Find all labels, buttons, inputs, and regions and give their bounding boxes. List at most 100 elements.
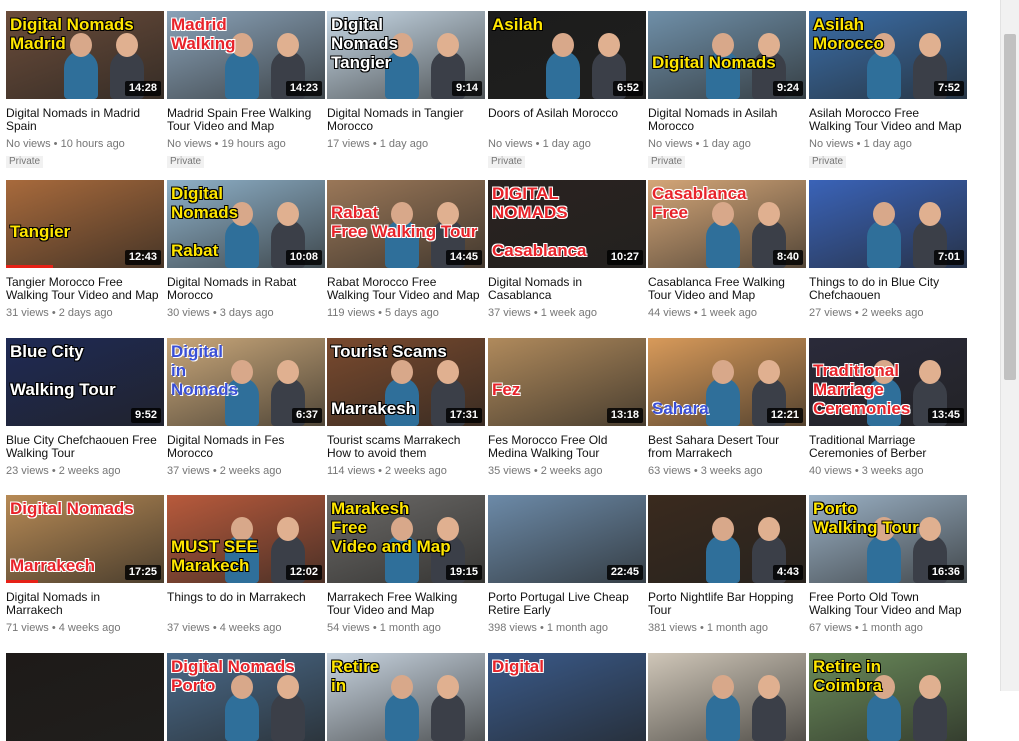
video-thumbnail[interactable]: 7:01 xyxy=(809,180,967,268)
video-title[interactable]: Free Porto Old Town Walking Tour Video a… xyxy=(809,591,967,617)
person-head xyxy=(552,33,574,57)
video-title[interactable]: Madrid Spain Free Walking Tour Video and… xyxy=(167,107,325,133)
video-meta: 114 views • 2 weeks ago xyxy=(327,465,447,477)
video-card[interactable]: 7:01 Things to do in Blue City Chefchaoue… xyxy=(809,180,967,320)
person-figure xyxy=(225,693,259,741)
video-card[interactable]: Retire in Coimbra xyxy=(809,653,967,741)
video-thumbnail[interactable]: 22:45 xyxy=(488,495,646,583)
video-thumbnail[interactable]: Marakesh Free Video and Map 19:15 xyxy=(327,495,485,583)
video-card[interactable]: 4:43 Porto Nightlife Bar Hopping Tour 381 … xyxy=(648,495,806,635)
video-thumbnail[interactable]: Retire in Coimbra xyxy=(809,653,967,741)
video-thumbnail[interactable]: Rabat Free Walking Tour 14:45 xyxy=(327,180,485,268)
duration-badge: 10:27 xyxy=(606,250,643,265)
video-thumbnail[interactable]: Tangier 12:43 xyxy=(6,180,164,268)
video-card[interactable]: Tourist Scams Marrakesh 17:31 Tourist scam… xyxy=(327,338,485,478)
video-card[interactable]: Digital Nomads Marrakech 17:25 Digital Nom… xyxy=(6,495,164,635)
video-title[interactable]: Digital Nomads in Rabat Morocco xyxy=(167,276,325,302)
video-card[interactable] xyxy=(648,653,806,741)
video-thumbnail[interactable] xyxy=(648,653,806,741)
video-title[interactable]: Porto Portugal Live Cheap Retire Early xyxy=(488,591,646,617)
vertical-scrollbar[interactable] xyxy=(1000,0,1019,691)
video-thumbnail[interactable]: Blue City Walking Tour 9:52 xyxy=(6,338,164,426)
video-thumbnail[interactable]: Traditional Marriage Ceremonies 13:45 xyxy=(809,338,967,426)
video-title[interactable]: Digital Nomads in Tangier Morocco xyxy=(327,107,485,133)
video-thumbnail[interactable]: Digital Nomads Rabat 10:08 xyxy=(167,180,325,268)
video-thumbnail[interactable]: Asilah Morocco 7:52 xyxy=(809,11,967,99)
video-card[interactable]: DIGITAL NOMADS Casablanca 10:27 Digital No… xyxy=(488,180,646,320)
video-card[interactable]: Madrid Walking 14:23 Madrid Spain Free Wal… xyxy=(167,11,325,169)
video-thumbnail[interactable]: Digital in Nomads 6:37 xyxy=(167,338,325,426)
video-card[interactable]: Digital Nomads Rabat 10:08 Digital Nomads … xyxy=(167,180,325,320)
video-thumbnail[interactable]: 4:43 xyxy=(648,495,806,583)
video-card[interactable]: Fez 13:18 Fes Morocco Free Old Medina Walk… xyxy=(488,338,646,478)
video-title[interactable]: Tourist scams Marrakech How to avoid the… xyxy=(327,434,485,460)
duration-badge: 13:18 xyxy=(606,408,643,423)
video-card[interactable]: Traditional Marriage Ceremonies 13:45 Trad… xyxy=(809,338,967,478)
duration-badge: 8:40 xyxy=(772,250,803,265)
video-title[interactable]: Digital Nomads in Madrid Spain xyxy=(6,107,164,133)
video-card[interactable]: Marakesh Free Video and Map 19:15 Marrakec… xyxy=(327,495,485,635)
video-title[interactable]: Digital Nomads in Asilah Morocco xyxy=(648,107,806,133)
person-figure xyxy=(867,220,901,268)
video-card[interactable]: Tangier 12:43 Tangier Morocco Free Walking… xyxy=(6,180,164,320)
video-title[interactable]: Asilah Morocco Free Walking Tour Video a… xyxy=(809,107,967,133)
scrollbar-thumb[interactable] xyxy=(1004,34,1016,380)
video-title[interactable]: Marrakech Free Walking Tour Video and Ma… xyxy=(327,591,485,617)
thumbnail-overlay-text: Marakesh Free Video and Map xyxy=(331,499,451,556)
video-title[interactable]: Things to do in Blue City Chefchaouen xyxy=(809,276,967,302)
video-thumbnail[interactable]: Porto Walking Tour 16:36 xyxy=(809,495,967,583)
video-title[interactable]: Digital Nomads in Marrakech xyxy=(6,591,164,617)
video-thumbnail[interactable]: Digital Nomads Marrakech 17:25 xyxy=(6,495,164,583)
video-title[interactable]: Traditional Marriage Ceremonies of Berbe… xyxy=(809,434,967,460)
video-thumbnail[interactable]: Digital Nomads Tangier 9:14 xyxy=(327,11,485,99)
video-card[interactable]: MUST SEE Marakech 12:02 Things to do in Ma… xyxy=(167,495,325,635)
video-thumbnail[interactable]: Retire in xyxy=(327,653,485,741)
video-card[interactable]: Digital Nomads Madrid 14:28 Digital Nomads… xyxy=(6,11,164,169)
video-card[interactable] xyxy=(6,653,164,741)
video-card[interactable]: Sahara 12:21 Best Sahara Desert Tour from … xyxy=(648,338,806,478)
video-thumbnail[interactable]: DIGITAL NOMADS Casablanca 10:27 xyxy=(488,180,646,268)
video-title[interactable]: Casablanca Free Walking Tour Video and M… xyxy=(648,276,806,302)
video-card[interactable]: Rabat Free Walking Tour 14:45 Rabat Morocc… xyxy=(327,180,485,320)
video-card[interactable]: Asilah 6:52 Doors of Asilah Morocco No view… xyxy=(488,11,646,169)
video-title[interactable]: Digital Nomads in Fes Morocco xyxy=(167,434,325,460)
video-thumbnail[interactable]: Digital Nomads 9:24 xyxy=(648,11,806,99)
video-card[interactable]: Asilah Morocco 7:52 Asilah Morocco Free Wa… xyxy=(809,11,967,169)
video-title[interactable]: Things to do in Marrakech xyxy=(167,591,325,617)
video-thumbnail[interactable]: Asilah 6:52 xyxy=(488,11,646,99)
video-meta: No views • 1 day ago xyxy=(809,138,912,150)
video-card[interactable]: Casablanca Free 8:40 Casablanca Free Walki… xyxy=(648,180,806,320)
video-title[interactable]: Rabat Morocco Free Walking Tour Video an… xyxy=(327,276,485,302)
video-card[interactable]: Retire in xyxy=(327,653,485,741)
video-thumbnail[interactable]: MUST SEE Marakech 12:02 xyxy=(167,495,325,583)
video-thumbnail[interactable] xyxy=(6,653,164,741)
video-meta: 35 views • 2 weeks ago xyxy=(488,465,603,477)
video-card[interactable]: Digital xyxy=(488,653,646,741)
video-thumbnail[interactable]: Madrid Walking 14:23 xyxy=(167,11,325,99)
video-title[interactable]: Blue City Chefchaouen Free Walking Tour xyxy=(6,434,164,460)
duration-badge: 9:14 xyxy=(451,81,482,96)
video-card[interactable]: Porto Walking Tour 16:36 Free Porto Old To… xyxy=(809,495,967,635)
video-thumbnail[interactable]: Digital Nomads Porto xyxy=(167,653,325,741)
video-card[interactable]: Digital Nomads Tangier 9:14 Digital Nomads… xyxy=(327,11,485,151)
video-thumbnail[interactable]: Fez 13:18 xyxy=(488,338,646,426)
video-thumbnail[interactable]: Casablanca Free 8:40 xyxy=(648,180,806,268)
video-thumbnail[interactable]: Sahara 12:21 xyxy=(648,338,806,426)
video-card[interactable]: Blue City Walking Tour 9:52 Blue City Chef… xyxy=(6,338,164,478)
video-card[interactable]: 22:45 Porto Portugal Live Cheap Retire Ea… xyxy=(488,495,646,635)
video-card[interactable]: Digital Nomads 9:24 Digital Nomads in Asil… xyxy=(648,11,806,169)
thumbnail-overlay-text: Fez xyxy=(492,380,521,399)
video-meta: 71 views • 4 weeks ago xyxy=(6,622,121,634)
video-title[interactable]: Porto Nightlife Bar Hopping Tour xyxy=(648,591,806,617)
video-title[interactable]: Fes Morocco Free Old Medina Walking Tour xyxy=(488,434,646,460)
video-title[interactable]: Digital Nomads in Casablanca xyxy=(488,276,646,302)
video-thumbnail[interactable]: Tourist Scams Marrakesh 17:31 xyxy=(327,338,485,426)
video-title[interactable]: Doors of Asilah Morocco xyxy=(488,107,646,133)
video-title[interactable]: Best Sahara Desert Tour from Marrakech xyxy=(648,434,806,460)
video-thumbnail[interactable]: Digital Nomads Madrid 14:28 xyxy=(6,11,164,99)
duration-badge: 12:02 xyxy=(285,565,322,580)
video-thumbnail[interactable]: Digital xyxy=(488,653,646,741)
video-card[interactable]: Digital in Nomads 6:37 Digital Nomads in F… xyxy=(167,338,325,478)
video-title[interactable]: Tangier Morocco Free Walking Tour Video … xyxy=(6,276,164,302)
video-card[interactable]: Digital Nomads Porto xyxy=(167,653,325,741)
